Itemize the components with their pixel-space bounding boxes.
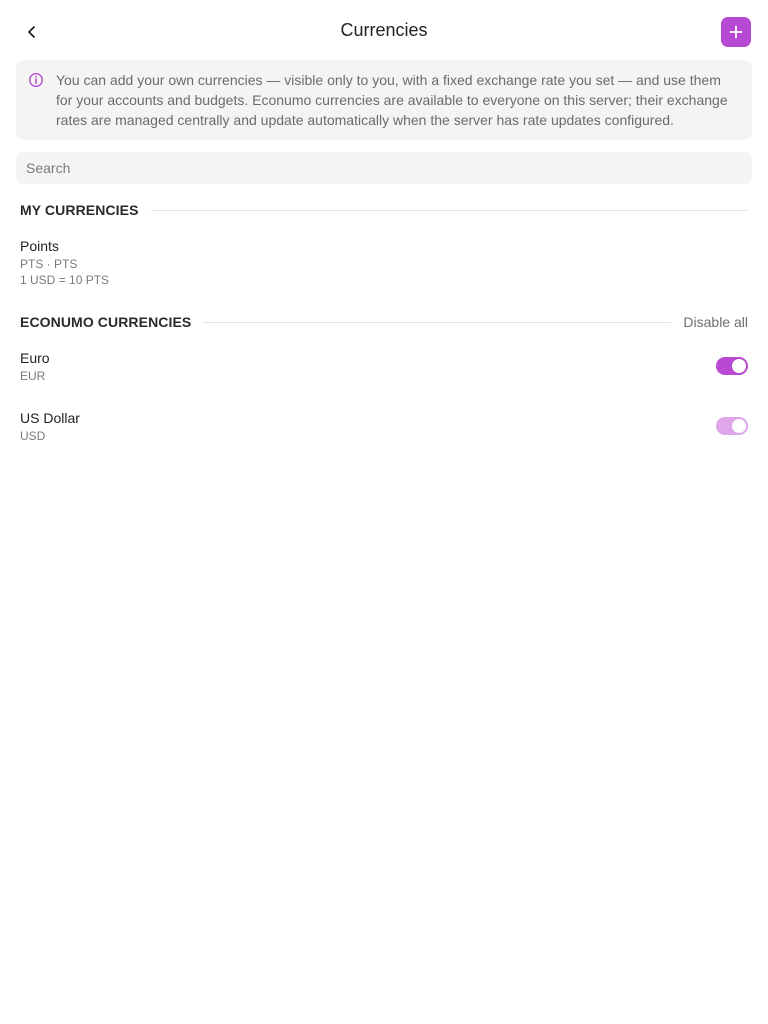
section-title: MY CURRENCIES [20,202,139,218]
currency-toggle-usd[interactable] [716,417,748,435]
page-title: Currencies [340,20,428,40]
toggle-knob [732,419,746,433]
my-currencies-header: MY CURRENCIES [20,200,748,220]
currency-name: Points [20,238,59,254]
add-currency-button[interactable] [721,17,751,47]
currency-name: Euro [20,350,50,366]
section-title: ECONUMO CURRENCIES [20,314,192,330]
econumo-currencies-header: ECONUMO CURRENCIES Disable all [20,312,748,332]
info-circle-icon [28,72,44,88]
currency-rate: 1 USD = 10 PTS [20,273,110,287]
section-divider [203,321,672,323]
toggle-knob [732,359,746,373]
currency-toggle-eur[interactable] [716,357,748,375]
info-notice: You can add your own currencies — visibl… [16,60,752,140]
section-divider [150,209,748,211]
disable-all-button[interactable]: Disable all [683,314,748,330]
plus-icon [729,25,743,39]
currency-code: USD [20,429,46,443]
currency-code: EUR [20,369,46,383]
currency-codes: PTS · PTS [20,257,78,271]
info-text: You can add your own currencies — visibl… [56,72,728,128]
app-header: Currencies [0,0,768,64]
currency-name: US Dollar [20,410,80,426]
search-input[interactable] [16,152,752,184]
